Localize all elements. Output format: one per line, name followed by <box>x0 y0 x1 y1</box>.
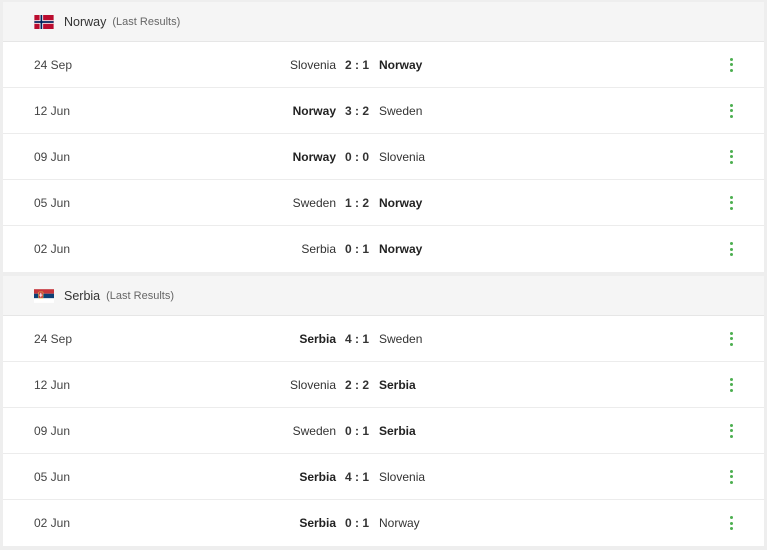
match-score: 2 : 1 <box>344 57 369 72</box>
more-options-icon[interactable] <box>721 465 741 489</box>
more-options-icon[interactable] <box>721 373 741 397</box>
more-options-icon[interactable] <box>721 53 741 77</box>
home-team: Serbia <box>301 242 336 256</box>
match-date: 12 Jun <box>34 103 71 118</box>
more-options-icon[interactable] <box>721 237 741 261</box>
more-options-icon[interactable] <box>721 327 741 351</box>
away-team: Norway <box>379 516 420 530</box>
section-header: Serbia (Last Results) <box>3 276 764 316</box>
match-score: 0 : 1 <box>344 423 369 438</box>
match-score: 0 : 1 <box>344 516 369 530</box>
section-team-name: Serbia <box>64 288 101 303</box>
match-score: 1 : 2 <box>344 195 369 210</box>
away-team: Sweden <box>379 331 423 346</box>
match-row[interactable]: 12 Jun Norway 3 : 2 Sweden <box>3 88 764 134</box>
more-options-icon[interactable] <box>721 99 741 123</box>
more-options-icon[interactable] <box>721 511 741 535</box>
match-date: 24 Sep <box>34 331 73 346</box>
section-norway: Norway (Last Results) 24 Sep Slovenia 2 … <box>3 2 764 272</box>
match-date: 09 Jun <box>34 423 71 438</box>
away-team: Norway <box>379 57 423 72</box>
match-row[interactable]: 05 Jun Serbia 4 : 1 Slovenia <box>3 454 764 500</box>
match-score: 4 : 1 <box>344 469 369 484</box>
match-score: 0 : 1 <box>344 242 369 256</box>
match-date: 02 Jun <box>34 242 71 256</box>
away-team: Norway <box>379 242 423 256</box>
match-date: 05 Jun <box>34 195 71 210</box>
away-team: Slovenia <box>379 469 426 484</box>
serbia-flag-icon <box>34 288 54 303</box>
match-date: 12 Jun <box>34 377 71 392</box>
home-team: Sweden <box>292 423 336 438</box>
home-team: Norway <box>292 103 336 118</box>
norway-flag-icon <box>34 14 54 29</box>
match-date: 09 Jun <box>34 149 71 164</box>
section-subtitle: (Last Results) <box>112 15 181 28</box>
match-row[interactable]: 24 Sep Serbia 4 : 1 Sweden <box>3 316 764 362</box>
home-team: Sweden <box>292 195 336 210</box>
match-row[interactable]: 09 Jun Norway 0 : 0 Slovenia <box>3 134 764 180</box>
home-team: Serbia <box>299 516 336 530</box>
match-score: 2 : 2 <box>344 377 369 392</box>
more-options-icon[interactable] <box>721 145 741 169</box>
home-team: Slovenia <box>289 377 336 392</box>
match-row[interactable]: 12 Jun Slovenia 2 : 2 Serbia <box>3 362 764 408</box>
match-score: 4 : 1 <box>344 331 369 346</box>
match-row[interactable]: 09 Jun Sweden 0 : 1 Serbia <box>3 408 764 454</box>
away-team: Norway <box>379 195 423 210</box>
match-row[interactable]: 24 Sep Slovenia 2 : 1 Norway <box>3 42 764 88</box>
home-team: Serbia <box>299 469 336 484</box>
away-team: Serbia <box>379 423 416 438</box>
match-row[interactable]: 02 Jun Serbia 0 : 1 Norway <box>3 226 764 272</box>
more-options-icon[interactable] <box>721 191 741 215</box>
match-date: 24 Sep <box>34 57 73 72</box>
home-team: Norway <box>292 149 336 164</box>
more-options-icon[interactable] <box>721 419 741 443</box>
match-row[interactable]: 05 Jun Sweden 1 : 2 Norway <box>3 180 764 226</box>
match-row[interactable]: 02 Jun Serbia 0 : 1 Norway <box>3 500 764 546</box>
away-team: Sweden <box>379 103 423 118</box>
home-team: Slovenia <box>289 57 336 72</box>
section-subtitle: (Last Results) <box>106 289 174 302</box>
match-score: 0 : 0 <box>344 149 369 164</box>
away-team: Serbia <box>379 377 416 392</box>
match-score: 3 : 2 <box>344 103 369 118</box>
match-date: 05 Jun <box>34 469 71 484</box>
section-header: Norway (Last Results) <box>3 2 764 42</box>
section-serbia: Serbia (Last Results) 24 Sep Serbia 4 : … <box>3 276 764 546</box>
match-date: 02 Jun <box>34 516 71 530</box>
home-team: Serbia <box>299 331 336 346</box>
results-container: Norway (Last Results) 24 Sep Slovenia 2 … <box>3 0 764 550</box>
section-team-name: Norway <box>64 14 107 29</box>
away-team: Slovenia <box>379 149 426 164</box>
